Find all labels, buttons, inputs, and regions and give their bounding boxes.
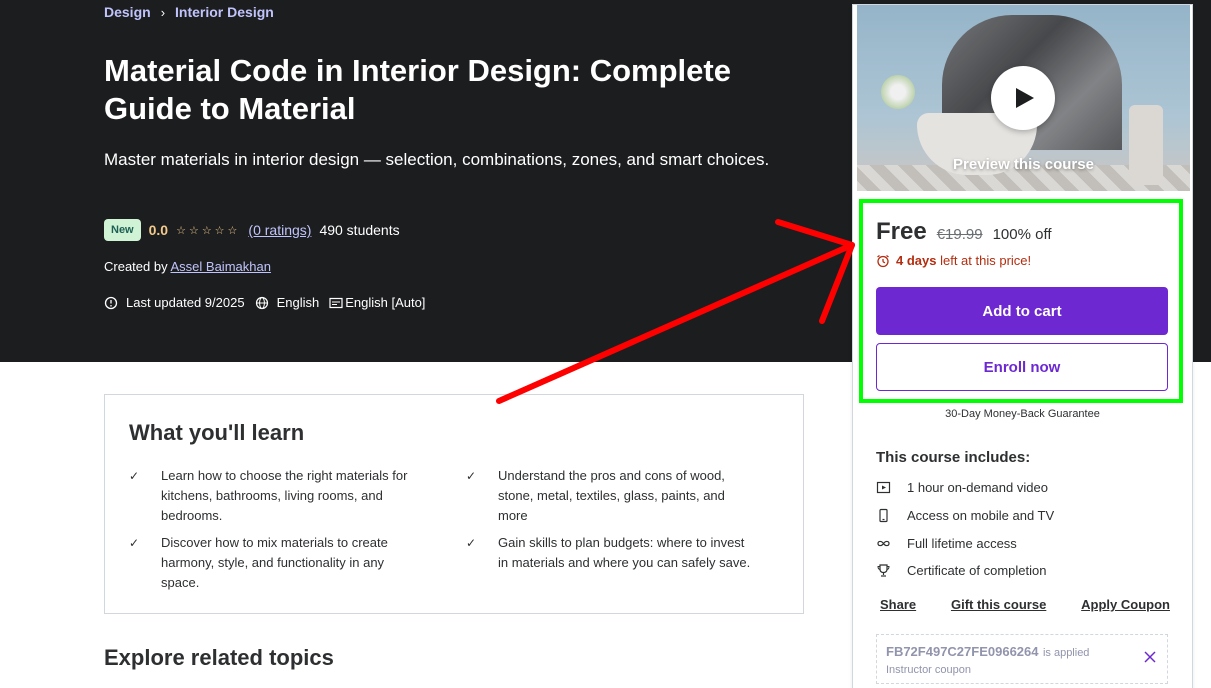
play-icon xyxy=(1016,88,1034,108)
breadcrumb-design[interactable]: Design xyxy=(104,4,151,20)
students-count: 490 students xyxy=(319,222,400,238)
play-button[interactable] xyxy=(991,66,1055,130)
course-title: Material Code in Interior Design: Comple… xyxy=(104,53,731,126)
includes-title: This course includes: xyxy=(876,449,1031,466)
include-item-certificate: Certificate of completion xyxy=(876,563,1046,578)
language: English xyxy=(255,295,320,310)
check-icon: ✓ xyxy=(129,469,140,483)
course-preview[interactable]: Preview this course xyxy=(857,5,1190,191)
check-icon: ✓ xyxy=(466,536,477,550)
last-updated: Last updated 9/2025 xyxy=(104,295,245,310)
include-item-video: 1 hour on-demand video xyxy=(876,480,1048,495)
language-text: English xyxy=(276,295,320,310)
learn-item: ✓ Understand the pros and cons of wood, … xyxy=(466,466,756,526)
video-icon xyxy=(876,481,891,494)
learn-item: ✓ Learn how to choose the right material… xyxy=(129,466,419,526)
course-subtitle: Master materials in interior design — se… xyxy=(104,150,770,169)
learn-item-text: Understand the pros and cons of wood, st… xyxy=(498,468,725,523)
captions: English [Auto] xyxy=(329,295,425,310)
breadcrumb: Design › Interior Design xyxy=(104,4,274,20)
breadcrumb-chevron-icon: › xyxy=(160,4,166,20)
apply-coupon-link[interactable]: Apply Coupon xyxy=(1081,597,1170,612)
captions-icon xyxy=(329,297,343,308)
share-link[interactable]: Share xyxy=(880,597,916,612)
include-item-label: Access on mobile and TV xyxy=(907,508,1055,523)
what-youll-learn: What you'll learn ✓ Learn how to choose … xyxy=(104,394,804,614)
include-item-label: 1 hour on-demand video xyxy=(907,480,1048,495)
coupon-type: Instructor coupon xyxy=(886,664,971,676)
captions-text: English [Auto] xyxy=(345,295,426,310)
learn-item-text: Gain skills to plan budgets: where to in… xyxy=(498,535,751,570)
include-item-label: Full lifetime access xyxy=(907,536,1017,551)
breadcrumb-interior-design[interactable]: Interior Design xyxy=(175,4,274,20)
money-back-guarantee: 30-Day Money-Back Guarantee xyxy=(945,408,1100,420)
created-by: Created by Assel Baimakhan xyxy=(104,259,271,274)
gift-course-link[interactable]: Gift this course xyxy=(951,597,1046,612)
applied-coupon: FB72F497C27FE0966264 is applied Instruct… xyxy=(876,634,1168,684)
rating-value: 0.0 xyxy=(148,222,169,238)
related-topics-heading: Explore related topics xyxy=(104,645,334,670)
instructor-link[interactable]: Assel Baimakhan xyxy=(171,259,271,274)
globe-icon xyxy=(255,296,268,309)
include-item-lifetime: Full lifetime access xyxy=(876,536,1017,551)
include-item-mobile: Access on mobile and TV xyxy=(876,508,1054,523)
learn-item-text: Discover how to mix materials to create … xyxy=(161,535,388,590)
include-item-label: Certificate of completion xyxy=(907,563,1047,578)
trophy-icon xyxy=(877,564,890,577)
learn-item: ✓ Gain skills to plan budgets: where to … xyxy=(466,533,756,573)
check-icon: ✓ xyxy=(466,469,477,483)
infinity-icon xyxy=(877,540,890,547)
coupon-code: FB72F497C27FE0966264 xyxy=(886,644,1039,659)
mobile-icon xyxy=(879,508,888,523)
new-badge: New xyxy=(104,219,141,241)
annotation-highlight-box xyxy=(859,199,1183,403)
alert-clock-icon xyxy=(104,296,118,309)
preview-label: Preview this course xyxy=(953,156,1094,173)
ratings-count-link[interactable]: (0 ratings) xyxy=(248,222,311,238)
learn-item-text: Learn how to choose the right materials … xyxy=(161,468,408,523)
last-updated-text: Last updated 9/2025 xyxy=(126,295,245,310)
check-icon: ✓ xyxy=(129,536,140,550)
course-meta: Last updated 9/2025 English English [Aut… xyxy=(104,295,435,310)
card-links: Share Gift this course Apply Coupon xyxy=(880,597,1170,612)
remove-coupon-close-icon[interactable] xyxy=(1143,650,1157,664)
rating-row: New 0.0 ☆☆☆☆☆ (0 ratings) 490 students xyxy=(104,219,400,241)
learn-item: ✓ Discover how to mix materials to creat… xyxy=(129,533,419,593)
created-by-label: Created by xyxy=(104,259,168,274)
star-rating-icon: ☆☆☆☆☆ xyxy=(176,224,241,237)
learn-heading: What you'll learn xyxy=(129,420,305,445)
coupon-applied-text: is applied xyxy=(1042,647,1090,659)
course-page: Design › Interior Design Material Code i… xyxy=(0,0,1211,688)
